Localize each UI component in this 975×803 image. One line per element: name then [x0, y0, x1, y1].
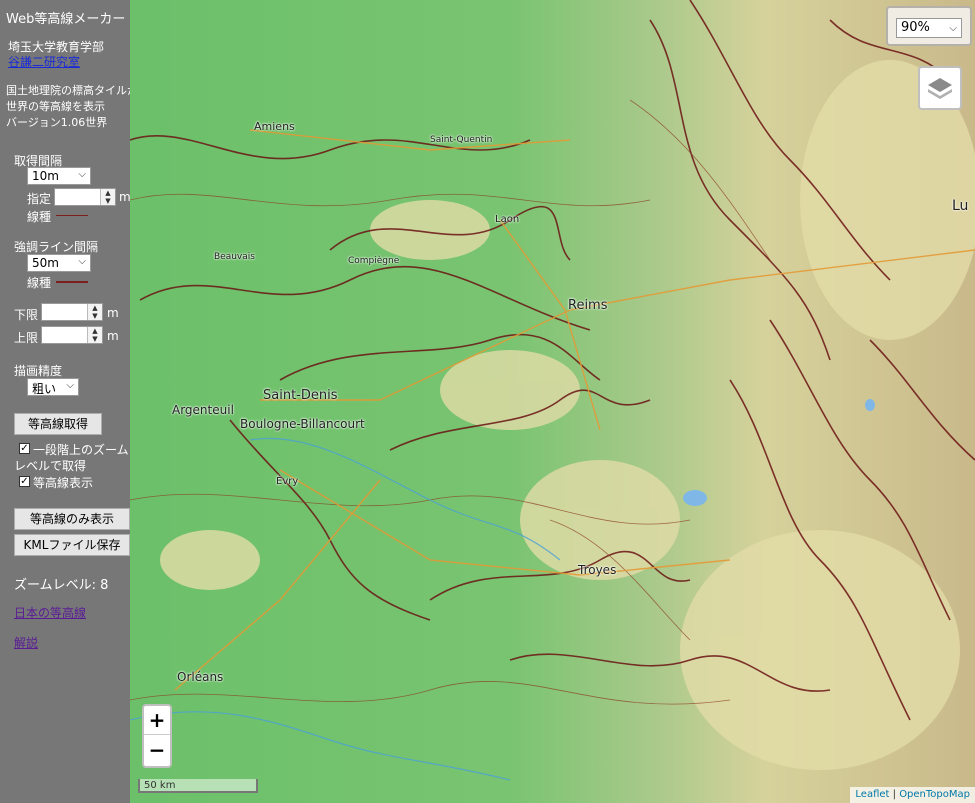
save-kml-button[interactable]: KMLファイル保存: [14, 534, 130, 556]
linetype-label: 線種: [27, 210, 52, 224]
topographic-map[interactable]: Amiens Saint-Quentin Laon Beauvais Compi…: [130, 0, 975, 803]
zoom-up-checkbox[interactable]: ✓: [19, 443, 30, 454]
city-label-reims: Reims: [568, 298, 608, 313]
emphasis-linetype-swatch[interactable]: [56, 281, 88, 283]
show-contours-label: 等高線表示: [33, 476, 94, 490]
opentopomap-link[interactable]: OpenTopoMap: [899, 789, 970, 800]
city-label-saint-quentin: Saint-Quentin: [430, 135, 493, 145]
spinner-icon[interactable]: ▲ ▼: [100, 189, 115, 205]
description-line1: 国土地理院の標高タイルか: [6, 84, 130, 97]
city-label-compiegne: Compiègne: [348, 256, 400, 266]
linetype-swatch[interactable]: [56, 215, 88, 216]
zoom-up-label-line1: 一段階上のズーム: [33, 443, 129, 457]
city-label-orleans: Orléans: [177, 670, 224, 684]
city-label-argenteuil: Argenteuil: [172, 403, 234, 417]
upper-limit-label: 上限: [14, 331, 39, 345]
leaflet-link[interactable]: Leaflet: [855, 789, 889, 800]
zoom-level-label: ズームレベル: 8: [14, 578, 109, 593]
lower-limit-unit: m: [107, 306, 119, 320]
custom-interval-input[interactable]: ▲ ▼: [54, 188, 116, 206]
opacity-select-value: 90%: [901, 20, 930, 35]
emphasis-interval-select[interactable]: 50m ⌵: [27, 254, 91, 272]
zoom-up-label-line2: レベルで取得: [14, 459, 87, 473]
precision-label: 描画精度: [14, 364, 63, 378]
opacity-control: 90% ⌵: [886, 6, 972, 46]
zoom-out-button[interactable]: −: [144, 736, 170, 764]
chevron-down-icon: ⌵: [66, 380, 74, 391]
description-line2: 世界の等高線を表示: [6, 100, 105, 113]
city-label-laon: Laon: [495, 214, 520, 225]
spinner-icon[interactable]: ▲ ▼: [87, 304, 102, 320]
contours-only-button[interactable]: 等高線のみ表示: [14, 508, 130, 530]
precision-select[interactable]: 粗い ⌵: [27, 378, 79, 396]
app-title: Web等高線メーカー: [6, 12, 126, 27]
chevron-down-icon: ⌵: [78, 169, 86, 180]
emphasis-interval-label: 強調ライン間隔: [14, 240, 99, 254]
japan-contours-link[interactable]: 日本の等高線: [14, 604, 86, 621]
upper-limit-input[interactable]: ▲ ▼: [41, 326, 103, 344]
scale-bar: 50 km: [138, 779, 258, 793]
city-label-troyes: Troyes: [578, 563, 617, 577]
sidebar: Web等高線メーカー 埼玉大学教育学部 谷謙二研究室 国土地理院の標高タイルか …: [0, 0, 130, 803]
lower-limit-input[interactable]: ▲ ▼: [41, 303, 103, 321]
emphasis-select-value: 50m: [32, 256, 59, 270]
custom-interval-unit: m: [119, 190, 130, 204]
city-label-boulogne: Boulogne-Billancourt: [240, 417, 365, 431]
emphasis-linetype-label: 線種: [27, 276, 52, 290]
zoom-control: + −: [142, 704, 172, 768]
chevron-down-icon: ⌵: [78, 256, 86, 267]
city-label-beauvais: Beauvais: [214, 252, 255, 262]
chevron-down-icon: ⌵: [949, 23, 957, 34]
interval-select[interactable]: 10m ⌵: [27, 167, 91, 185]
upper-limit-unit: m: [107, 329, 119, 343]
city-label-amiens: Amiens: [254, 120, 295, 133]
show-contours-checkbox[interactable]: ✓: [19, 476, 30, 487]
lower-limit-label: 下限: [14, 308, 39, 322]
version-label: バージョン1.06世界: [6, 116, 108, 129]
opacity-select[interactable]: 90% ⌵: [896, 18, 962, 38]
spinner-icon[interactable]: ▲ ▼: [87, 327, 102, 343]
attribution-separator: |: [889, 789, 900, 800]
precision-select-value: 粗い: [32, 382, 57, 396]
explanation-link[interactable]: 解説: [14, 634, 38, 651]
custom-interval-label: 指定: [27, 192, 52, 206]
city-label-right-edge: Lu: [952, 198, 969, 214]
layers-icon: [928, 78, 952, 99]
lab-link[interactable]: 谷謙二研究室: [8, 53, 80, 70]
map-attribution: Leaflet | OpenTopoMap: [850, 787, 975, 803]
layers-control[interactable]: [918, 66, 962, 110]
zoom-in-button[interactable]: +: [144, 706, 170, 735]
interval-select-value: 10m: [32, 169, 59, 183]
city-label-evry: Évry: [276, 476, 299, 487]
city-label-saint-denis: Saint-Denis: [263, 388, 338, 403]
get-contours-button[interactable]: 等高線取得: [14, 413, 102, 435]
